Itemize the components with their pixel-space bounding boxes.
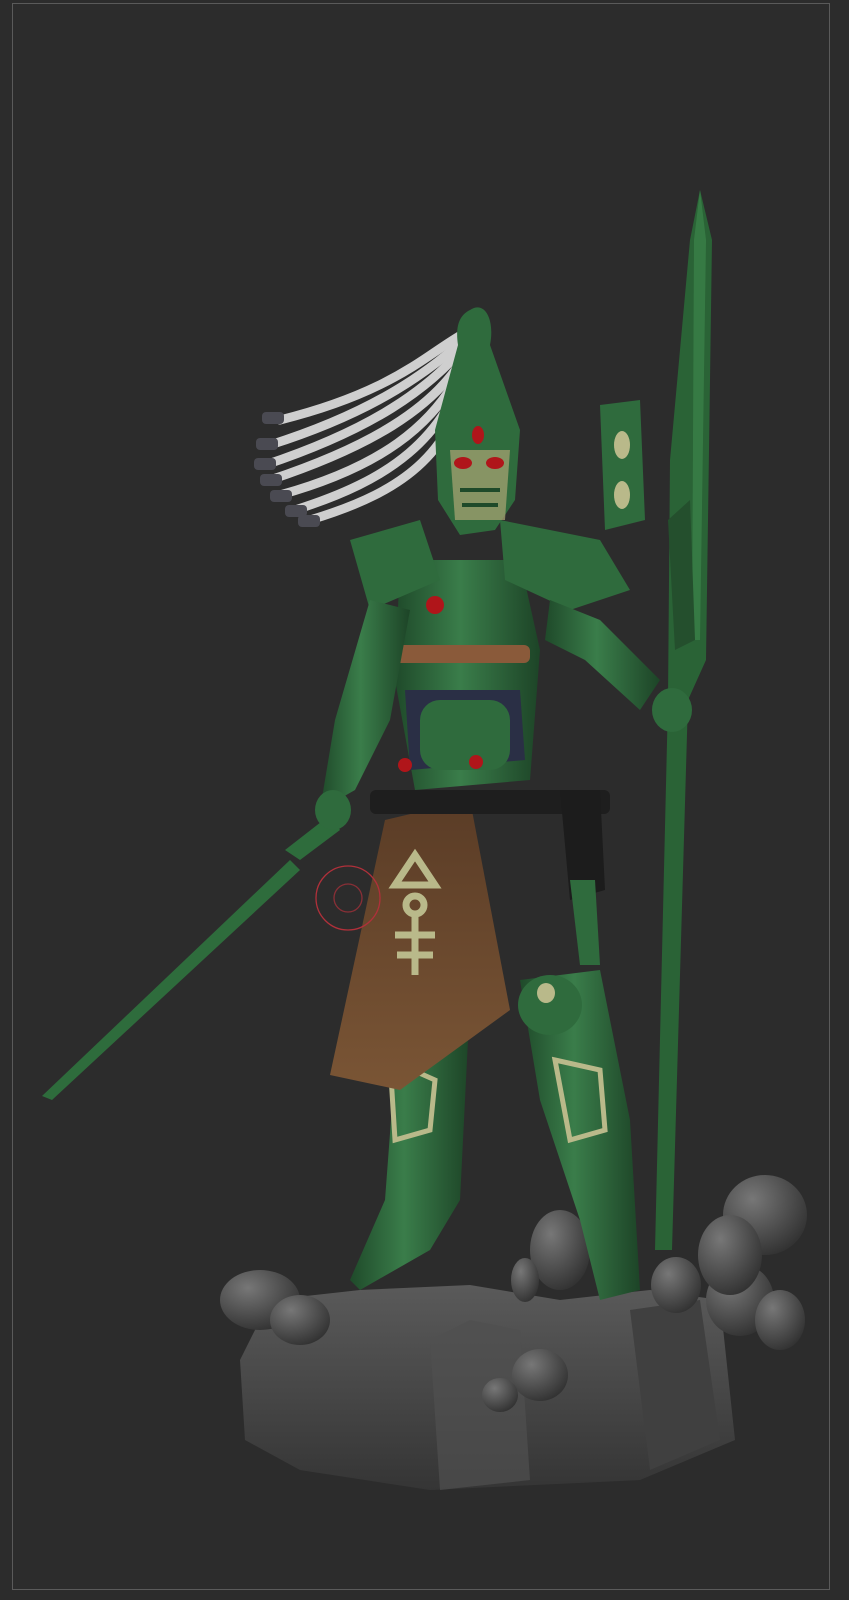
rock-base — [220, 1175, 807, 1490]
loincloth — [330, 800, 510, 1090]
sculpt-model[interactable] — [0, 0, 849, 1600]
sword — [42, 815, 340, 1100]
back-tube — [600, 400, 645, 530]
3d-viewport[interactable] — [0, 0, 849, 1600]
